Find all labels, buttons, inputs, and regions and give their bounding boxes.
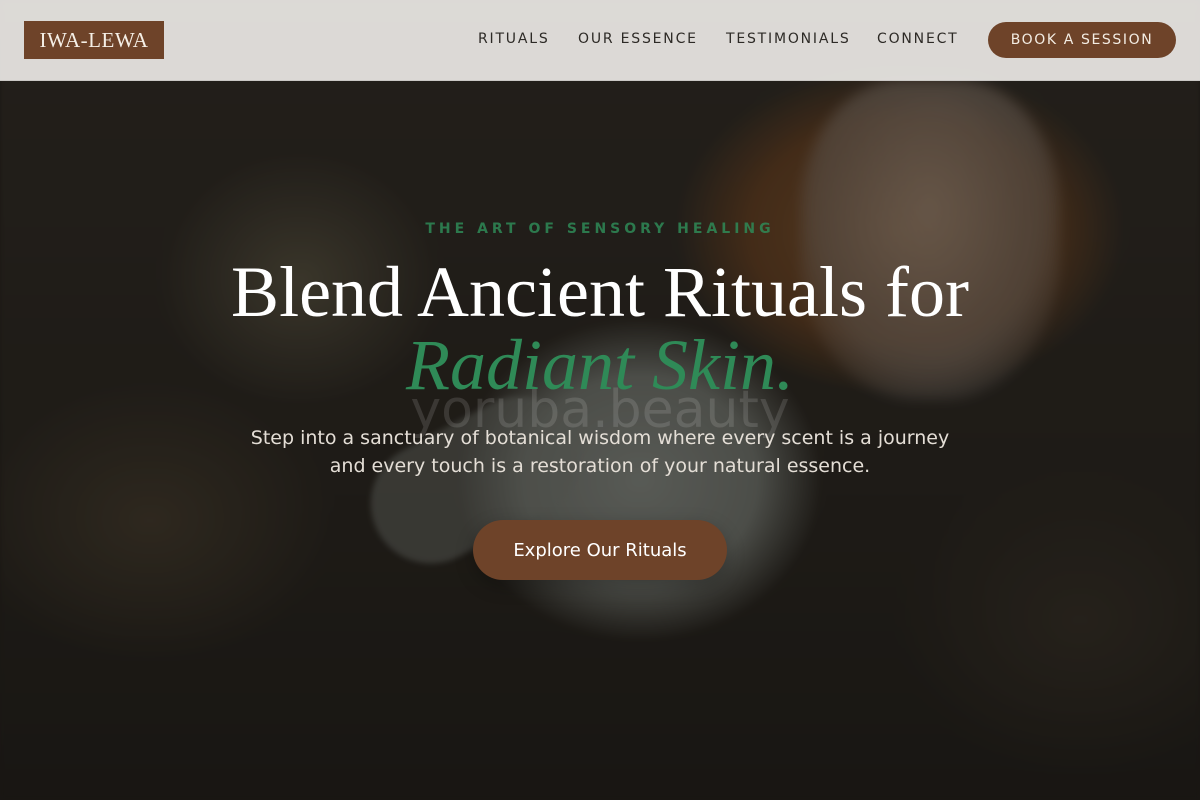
nav-item-testimonials[interactable]: TESTIMONIALS [726,31,851,47]
hero-eyebrow: THE ART OF SENSORY HEALING [425,221,775,237]
nav-item-rituals[interactable]: RITUALS [478,31,550,47]
nav-item-our-essence[interactable]: OUR ESSENCE [578,31,698,47]
nav-item-connect[interactable]: CONNECT [877,31,959,47]
book-session-button[interactable]: BOOK A SESSION [988,22,1176,58]
brand-logo[interactable]: IWA-LEWA [24,21,164,59]
hero-subtext: Step into a sanctuary of botanical wisdo… [250,427,950,477]
hero-headline: Blend Ancient Rituals for [231,252,969,332]
hero-headline-accent: Radiant Skin. [406,325,794,405]
explore-rituals-button[interactable]: Explore Our Rituals [473,520,727,580]
site-header: IWA-LEWA RITUALS OUR ESSENCE TESTIMONIAL… [0,0,1200,81]
